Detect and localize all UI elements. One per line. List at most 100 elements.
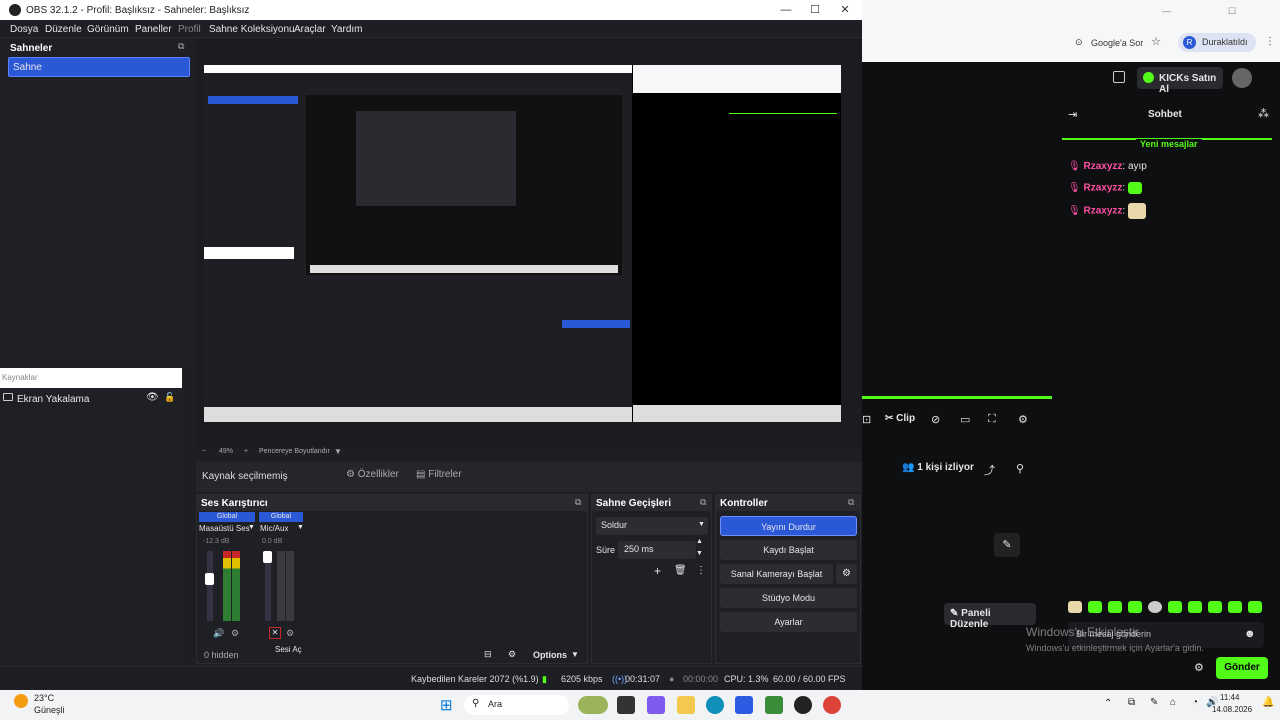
fullscreen-icon[interactable]: ⛶	[988, 413, 996, 426]
widget-icon[interactable]	[578, 696, 608, 714]
minimize-button[interactable]: —	[1162, 6, 1171, 16]
emote-icon[interactable]	[1128, 601, 1142, 613]
maximize-button[interactable]: ☐	[1228, 6, 1236, 17]
weather-temp[interactable]: 23°C	[34, 693, 54, 703]
obs-taskbar-icon[interactable]	[794, 696, 812, 714]
tray-chevron-icon[interactable]: ⌃	[1104, 698, 1112, 709]
menu-view[interactable]: Görünüm	[87, 24, 129, 35]
chat-users-icon[interactable]: ⁂	[1258, 107, 1269, 120]
zoom-out-button[interactable]: −	[202, 448, 206, 455]
chevron-up-icon[interactable]: ▲	[696, 538, 703, 545]
share-icon[interactable]: ⤴	[984, 462, 995, 478]
wallet-icon[interactable]	[1113, 71, 1125, 83]
settings-button[interactable]: Ayarlar	[720, 612, 857, 632]
properties-button[interactable]: ⚙ Özellikler	[346, 469, 399, 480]
mixer-settings-icon[interactable]: ⚙	[508, 649, 516, 660]
chat-username[interactable]: Rzaxyzz	[1083, 183, 1122, 194]
zoom-in-button[interactable]: +	[244, 448, 248, 455]
speaker-icon[interactable]: 🔊	[213, 628, 224, 639]
dock-float-icon[interactable]: ⧉	[700, 497, 706, 508]
file-explorer-icon[interactable]	[677, 696, 695, 714]
filters-button[interactable]: ▤ Filtreler	[416, 469, 462, 480]
chevron-down-icon[interactable]: ▼	[334, 447, 342, 456]
mute-icon[interactable]: ✕	[269, 627, 281, 639]
settings-icon[interactable]: ⚙	[231, 628, 239, 639]
chevron-down-icon[interactable]: ▼	[248, 524, 255, 531]
menu-profile[interactable]: Profil	[178, 24, 201, 35]
menu-tools[interactable]: Araçlar	[294, 24, 326, 35]
chat-username[interactable]: Rzaxyzz	[1083, 206, 1122, 217]
mini-player-icon[interactable]: ▭	[960, 413, 970, 426]
dock-float-icon[interactable]: ⧉	[575, 497, 581, 508]
channel-name[interactable]: Mic/Aux	[260, 524, 288, 533]
dock-float-icon[interactable]: ⧉	[848, 497, 854, 508]
collapse-chat-icon[interactable]: ⇥	[1068, 108, 1077, 121]
visibility-eye-icon[interactable]: 👁	[146, 392, 159, 403]
theatre-icon[interactable]: ⊡	[862, 413, 871, 426]
windows-start-icon[interactable]: ⊞	[440, 696, 453, 714]
preview-canvas[interactable]	[204, 65, 841, 422]
menu-file[interactable]: Dosya	[10, 24, 38, 35]
chat-username[interactable]: Rzaxyzz	[1083, 161, 1122, 172]
tray-app-icon[interactable]: ⌂	[1170, 697, 1176, 708]
wifi-icon[interactable]: ◔	[1192, 697, 1198, 708]
task-view-icon[interactable]	[617, 696, 635, 714]
chevron-down-icon[interactable]: ▼	[696, 550, 703, 557]
copilot-icon[interactable]	[647, 696, 665, 714]
more-icon[interactable]: ⋮	[696, 565, 706, 576]
gear-icon[interactable]: ⚙	[1018, 413, 1028, 426]
channel-name[interactable]: Masaüstü Ses	[199, 524, 250, 533]
volume-slider-handle[interactable]	[205, 573, 214, 585]
emote-icon[interactable]	[1088, 601, 1102, 613]
maximize-button[interactable]: ☐	[800, 2, 830, 18]
emote-icon[interactable]	[1228, 601, 1242, 613]
menu-scene-collection[interactable]: Sahne Koleksiyonu	[209, 24, 295, 35]
tray-app-icon[interactable]: ✎	[1150, 697, 1158, 708]
transition-select[interactable]: Soldur ▼	[596, 517, 708, 535]
clip-button[interactable]: ✂ Clip	[885, 413, 915, 424]
chevron-down-icon[interactable]: ▼	[297, 524, 304, 531]
emote-icon[interactable]	[1148, 601, 1162, 613]
edge-icon[interactable]	[706, 696, 724, 714]
emote-icon[interactable]	[1248, 601, 1262, 613]
browser-menu-icon[interactable]: ⋮	[1265, 36, 1275, 47]
weather-desc[interactable]: Güneşli	[34, 705, 65, 715]
trash-icon[interactable]: 🗑	[674, 565, 687, 576]
start-recording-button[interactable]: Kaydı Başlat	[720, 540, 857, 560]
emoji-icon[interactable]: ☻	[1244, 628, 1256, 640]
menu-docks[interactable]: Paneller	[135, 24, 172, 35]
emote-icon[interactable]	[1068, 601, 1082, 613]
chat-settings-icon[interactable]: ⚙	[1194, 661, 1204, 674]
lock-icon[interactable]: 🔓	[164, 392, 175, 403]
buy-kicks-button[interactable]: KICKs Satın Al	[1137, 67, 1223, 95]
tray-app-icon[interactable]: ⧉	[1128, 697, 1135, 708]
app-icon[interactable]	[765, 696, 783, 714]
volume-slider-track[interactable]	[205, 551, 214, 621]
chrome-icon[interactable]	[823, 696, 841, 714]
add-icon[interactable]: +	[654, 564, 661, 578]
user-avatar[interactable]	[1232, 68, 1252, 88]
no-ads-icon[interactable]: ⊘	[931, 413, 940, 426]
taskbar-search[interactable]: ⚲ Ara	[464, 695, 569, 715]
close-button[interactable]: ✕	[830, 2, 860, 18]
filter-icon[interactable]: ⚲	[1016, 462, 1024, 475]
options-button[interactable]: Options	[533, 650, 567, 660]
emote-icon[interactable]	[1208, 601, 1222, 613]
profile-paused-button[interactable]: R Duraklatıldı	[1178, 33, 1256, 52]
chevron-down-icon[interactable]: ▼	[571, 650, 579, 659]
volume-slider-handle[interactable]	[263, 551, 272, 563]
start-virtual-camera-button[interactable]: Sanal Kamerayı Başlat	[720, 564, 833, 584]
emote-icon[interactable]	[1108, 601, 1122, 613]
clock-time[interactable]: 11:44	[1220, 693, 1239, 702]
duration-input[interactable]: 250 ms	[618, 541, 696, 559]
star-icon[interactable]: ☆	[1151, 35, 1161, 48]
source-item-screen-capture[interactable]: Ekran Yakalama 👁 🔓	[0, 391, 182, 409]
layout-icon[interactable]: ⊟	[484, 649, 492, 660]
edit-pencil-icon[interactable]: ✎	[994, 533, 1020, 557]
send-button[interactable]: Gönder	[1216, 657, 1268, 679]
scene-item-sahne[interactable]: Sahne	[8, 57, 190, 77]
stop-streaming-button[interactable]: Yayını Durdur	[720, 516, 857, 536]
settings-icon[interactable]: ⚙	[286, 628, 294, 639]
fit-window-button[interactable]: Pencereye Boyutlandır	[259, 448, 330, 455]
volume-slider-track[interactable]	[263, 551, 272, 621]
